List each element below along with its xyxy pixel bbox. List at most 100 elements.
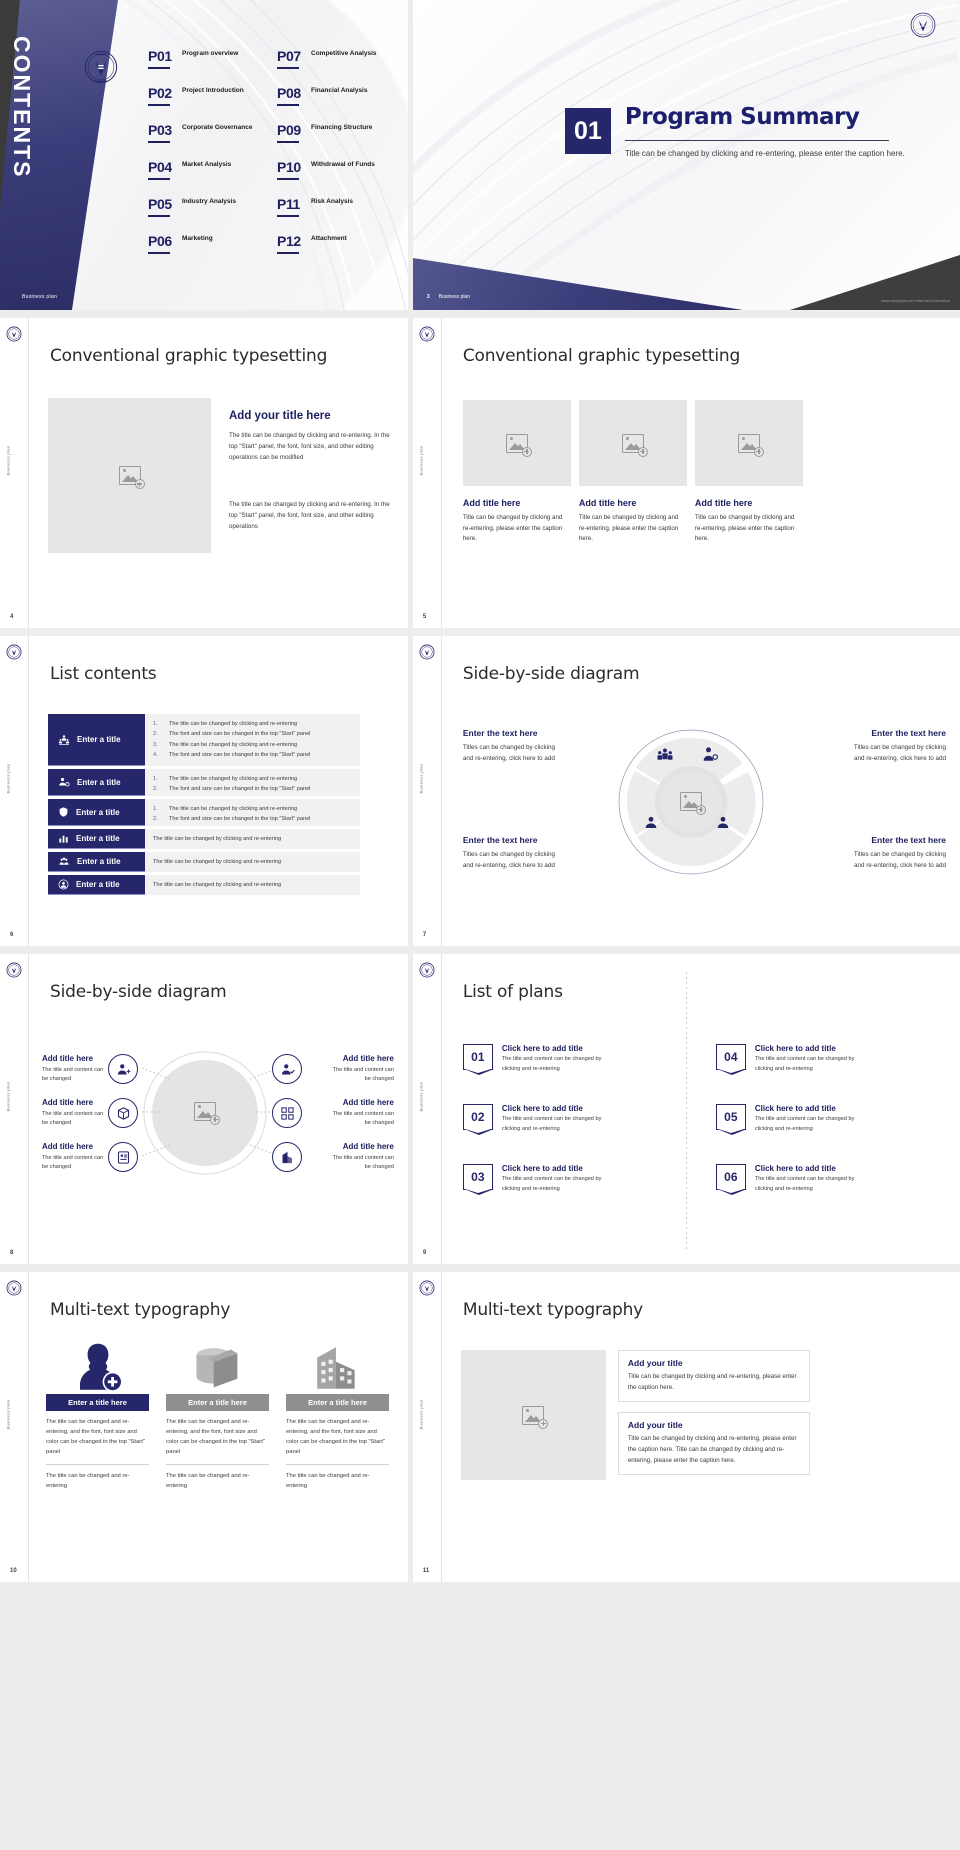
list-row-tab-label: Enter a title xyxy=(77,857,121,866)
text-card[interactable]: Add your title Title can be changed by c… xyxy=(617,1350,810,1402)
list-row-body: 1. The title can be changed by clicking a… xyxy=(145,799,360,826)
toc-number: P06 xyxy=(148,233,172,249)
list-row[interactable]: Enter a title 1. The title can be changed… xyxy=(48,714,360,766)
column-paragraph-2: The title can be changed and re-entering xyxy=(46,1472,130,1489)
plan-text: The title and content can be changed by … xyxy=(754,1176,855,1192)
card-heading: Add your title xyxy=(627,1358,683,1368)
slide-multi-text-11[interactable]: Business plan 11 Multi-text typography A… xyxy=(412,1272,960,1582)
group-icon xyxy=(59,857,69,865)
slide-contents[interactable]: CONTENTS ●●●●● ●●●●●● P01 Program overvi… xyxy=(0,0,408,310)
column-bar[interactable]: Enter a title here xyxy=(166,1394,269,1411)
sidebar-rule xyxy=(440,954,442,1264)
plan-item[interactable]: 06 Click here to add title The title and… xyxy=(715,1164,863,1195)
list-row[interactable]: Enter a title The title can be changed b… xyxy=(48,829,360,849)
block-heading: Add title here xyxy=(42,1054,94,1063)
toc-entry[interactable]: P03 Corporate Governance xyxy=(148,122,252,159)
page-number: 6 xyxy=(10,932,14,938)
column-bar[interactable]: Enter a title here xyxy=(46,1394,149,1411)
block-text: The title and content can be changed xyxy=(332,1155,394,1171)
toc-entry[interactable]: P05 Industry Analysis xyxy=(148,196,236,233)
toc-number: P12 xyxy=(277,233,301,249)
image-placeholder[interactable] xyxy=(48,398,211,553)
toc-entry[interactable]: P09 Financing Structure xyxy=(277,122,372,159)
toc-entry[interactable]: P02 Project Introduction xyxy=(148,85,244,122)
image-add-icon xyxy=(522,1405,549,1429)
slide-conventional-4[interactable]: Business plan 4 Conventional graphic typ… xyxy=(0,318,408,628)
slide-list-of-plans[interactable]: Business plan 9 List of plans 01 Click h… xyxy=(412,954,960,1264)
icon-badge[interactable] xyxy=(108,1142,138,1172)
slide-list-contents[interactable]: Business plan 6 List contents Enter a ti… xyxy=(0,636,408,946)
icon-badge[interactable] xyxy=(272,1098,302,1128)
plan-item[interactable]: 01 Click here to add title The title and… xyxy=(462,1044,610,1075)
list-row[interactable]: Enter a title The title can be changed b… xyxy=(48,852,360,872)
text-column[interactable]: Enter a title here The title can be chan… xyxy=(46,1334,149,1491)
list-row-tab[interactable]: Enter a title xyxy=(48,852,145,872)
plan-item[interactable]: 05 Click here to add title The title and… xyxy=(715,1104,863,1135)
network-icon xyxy=(280,1106,294,1120)
university-seal-icon xyxy=(419,326,435,342)
list-row-tab[interactable]: Enter a title xyxy=(48,714,145,766)
block-text: The title and content can be changed xyxy=(42,1067,104,1083)
list-row-tab-label: Enter a title xyxy=(76,834,120,843)
plan-item[interactable]: 02 Click here to add title The title and… xyxy=(462,1104,610,1135)
text-column[interactable]: Enter a title here The title can be chan… xyxy=(286,1334,389,1491)
text-card[interactable]: Add your title Title can be changed by c… xyxy=(617,1412,810,1475)
column-paragraph-2: The title can be changed and re-entering xyxy=(166,1472,250,1489)
icon-badge[interactable] xyxy=(272,1054,302,1084)
icon-badge[interactable] xyxy=(108,1098,138,1128)
toc-number: P02 xyxy=(148,85,172,101)
plan-item[interactable]: 04 Click here to add title The title and… xyxy=(715,1044,863,1075)
list-row[interactable]: Enter a title The title can be changed b… xyxy=(48,875,360,895)
card-text: Title can be changed by clicking and re-… xyxy=(627,1373,797,1391)
toc-entry[interactable]: P10 Withdrawal of Funds xyxy=(277,159,375,196)
column-bar[interactable]: Enter a title here xyxy=(286,1394,389,1411)
toc-number: P10 xyxy=(277,159,301,175)
toc-entry[interactable]: P12 Attachment xyxy=(277,233,347,270)
plan-item[interactable]: 03 Click here to add title The title and… xyxy=(462,1164,610,1195)
image-placeholder[interactable] xyxy=(694,400,803,486)
list-row-tab[interactable]: Enter a title xyxy=(48,875,145,895)
list-row-tab[interactable]: Enter a title xyxy=(48,829,145,849)
list-row[interactable]: Enter a title 1. The title can be changed… xyxy=(48,799,360,826)
toc-label: Financing Structure xyxy=(311,124,373,131)
list-row-tab[interactable]: Enter a title xyxy=(48,799,145,826)
toc-entry[interactable]: P08 Financial Analysis xyxy=(277,85,367,122)
block-heading: Add title here xyxy=(342,1142,394,1151)
toc-entry[interactable]: P11 Risk Analysis xyxy=(277,196,353,233)
title-divider xyxy=(624,140,889,141)
toc-entry[interactable]: P07 Competitive Analysis xyxy=(277,48,377,85)
image-placeholder[interactable] xyxy=(189,1096,221,1126)
image-placeholder[interactable] xyxy=(671,782,711,820)
icon-badge[interactable] xyxy=(272,1142,302,1172)
plan-text: The title and content can be changed by … xyxy=(501,1176,602,1192)
column-icon-wrap xyxy=(286,1334,389,1394)
column-paragraph-1: The title can be changed and re-entering… xyxy=(286,1419,385,1456)
column-paragraph-1: The title can be changed and re-entering… xyxy=(166,1419,265,1456)
list-row[interactable]: Enter a title 1. The title can be changed… xyxy=(48,769,360,796)
slide-conventional-5[interactable]: Business plan 5 Conventional graphic typ… xyxy=(412,318,960,628)
list-row-tab-label: Enter a title xyxy=(77,735,121,744)
slide-multi-text-10[interactable]: Business plan 10 Multi-text typography E… xyxy=(0,1272,408,1582)
toc-entry[interactable]: P04 Market Analysis xyxy=(148,159,231,196)
toc-column-left: P01 Program overview P02 Project Introdu… xyxy=(148,48,252,270)
toc-entry[interactable]: P06 Marketing xyxy=(148,233,213,270)
text-column[interactable]: Enter a title here The title can be chan… xyxy=(166,1334,269,1491)
list-bullet-text: The font and size can be changed in the … xyxy=(169,752,311,759)
toc-entry[interactable]: P01 Program overview xyxy=(148,48,238,85)
toc-label: Risk Analysis xyxy=(311,198,354,205)
plan-heading: Click here to add title xyxy=(754,1044,836,1053)
image-placeholder[interactable] xyxy=(460,1350,606,1480)
slide-program-summary[interactable]: 01 Program Summary Title can be changed … xyxy=(412,0,960,310)
toc-column-right: P07 Competitive Analysis P08 Financial A… xyxy=(277,48,377,270)
block-heading: Enter the text here xyxy=(462,728,538,738)
list-bullet: 1. The title can be changed by clicking a… xyxy=(153,774,352,784)
image-placeholder[interactable] xyxy=(578,400,687,486)
slide-side-by-side-8[interactable]: Business plan 8 Side-by-side diagram Add… xyxy=(0,954,408,1264)
list-row-tab[interactable]: Enter a title xyxy=(48,769,145,796)
page-number: 11 xyxy=(422,1568,430,1574)
toc-number: P04 xyxy=(148,159,172,175)
icon-badge[interactable] xyxy=(108,1054,138,1084)
image-placeholder[interactable] xyxy=(462,400,571,486)
card-heading: Add your title xyxy=(627,1420,683,1430)
slide-side-by-side-7[interactable]: Business plan 7 Side-by-side diagram Ent… xyxy=(412,636,960,946)
